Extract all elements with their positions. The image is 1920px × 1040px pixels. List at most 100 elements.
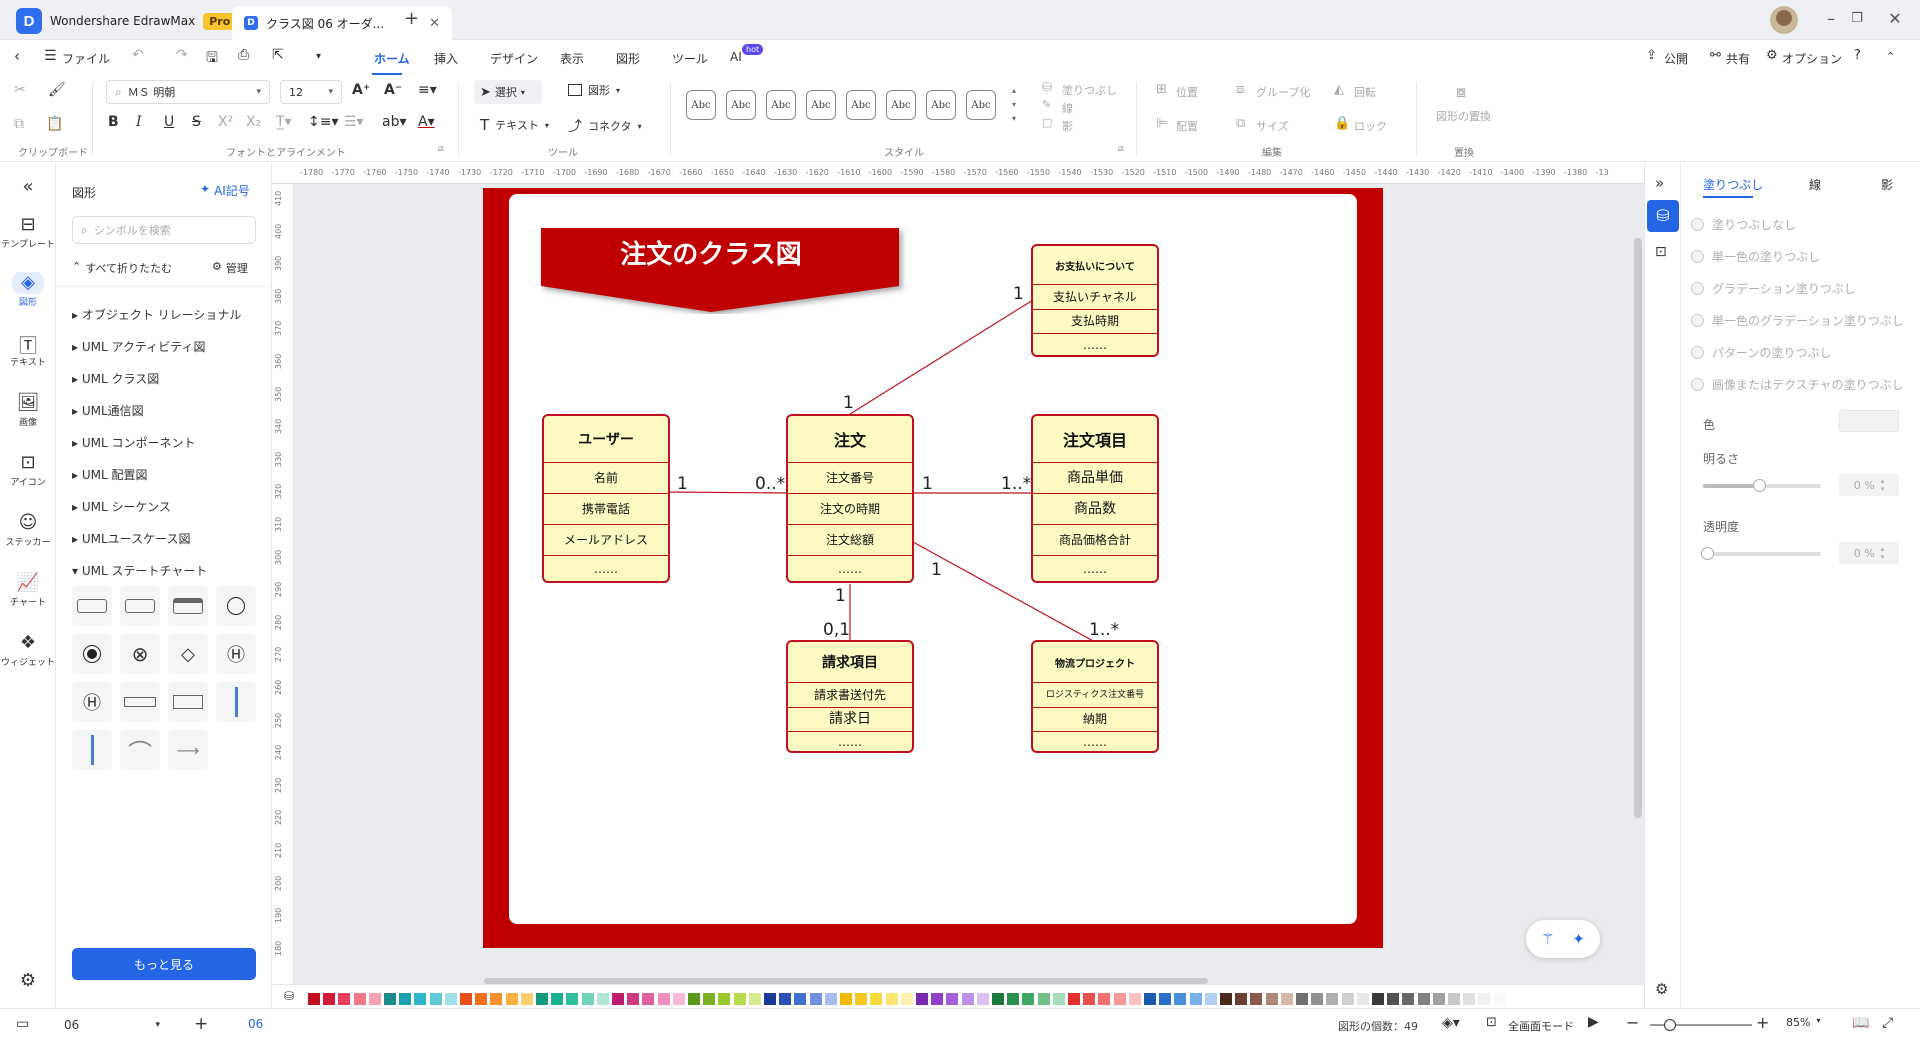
font-color-icon[interactable]: A▾ [418,114,435,130]
color-swatch[interactable] [384,993,396,1005]
zoom-select[interactable]: 85% ▾ [1786,1016,1820,1029]
shape-tool-button[interactable]: 図形 ▾ [568,82,620,98]
color-swatch[interactable] [1402,993,1415,1005]
color-swatch[interactable] [900,993,913,1005]
color-swatch[interactable] [460,993,472,1005]
brightness-slider[interactable] [1703,479,1821,492]
close-tab-icon[interactable]: ✕ [429,16,440,31]
diagram-title[interactable]: 注文のクラス図 [541,234,881,271]
color-swatch[interactable] [992,993,1004,1005]
style-scroll-icon[interactable]: ▴ ▾ ▾ [1012,84,1016,126]
multiplicity-label[interactable]: 0,1 [823,620,850,640]
ai-sparkle-icon[interactable]: ✦ [1572,930,1585,948]
zoom-in-icon[interactable]: + [1756,1013,1769,1032]
bullet-list-icon[interactable]: ☰▾ [344,114,364,130]
expand-panel-icon[interactable]: » [1655,174,1664,192]
publish-button[interactable]: 公開 [1664,50,1688,67]
tab-insert[interactable]: 挿入 [434,50,458,67]
class-order-item[interactable]: 注文項目 商品単価 商品数 商品価格合計 …… [1031,414,1159,583]
color-swatch[interactable] [1387,993,1400,1005]
bold-icon[interactable]: B [108,114,119,130]
state-shape-2[interactable] [120,586,160,626]
category-uml-sequence[interactable]: ▸ UML シーケンス [72,498,171,515]
collapse-ribbon-icon[interactable]: ⌃ [1886,50,1895,63]
color-swatch[interactable] [1128,993,1141,1005]
color-swatch[interactable] [505,993,518,1005]
color-swatch[interactable] [1478,993,1491,1005]
vertical-scrollbar[interactable] [1634,238,1642,818]
restore-icon[interactable]: ❐ [1846,8,1868,30]
avatar[interactable] [1770,6,1798,34]
color-swatch[interactable] [824,993,837,1005]
color-swatch[interactable] [794,993,807,1005]
color-swatch[interactable] [1508,993,1521,1005]
color-swatch[interactable] [1113,993,1126,1005]
strikethrough-icon[interactable]: S [192,114,201,130]
color-picker[interactable] [1839,410,1899,432]
color-swatch[interactable] [1250,993,1263,1005]
style-preset-6[interactable]: Abc [886,90,916,120]
color-swatch[interactable] [414,993,427,1005]
color-swatch[interactable] [764,993,776,1005]
fork-bar-icon[interactable] [216,682,256,722]
color-swatch[interactable] [490,993,503,1005]
transition-arrow-icon[interactable]: ⟶ [168,730,208,770]
color-swatch[interactable] [1341,993,1354,1005]
line-spacing-icon[interactable]: ↕≡▾ [308,114,339,130]
color-swatch[interactable] [1022,993,1035,1005]
font-name-select[interactable]: ⌕ ＭＳ 明朝 ▾ [106,80,270,104]
tab-home[interactable]: ホーム [374,50,410,67]
history-icon[interactable]: Ⓗ [216,634,256,674]
undo-icon[interactable]: ↶ [132,47,144,63]
color-swatch[interactable] [885,993,898,1005]
style-dialog-launcher-icon[interactable]: ⧄ [1118,144,1124,154]
color-swatch[interactable] [353,993,366,1005]
collapse-all-button[interactable]: ⌃ すべて折りたたむ [72,260,172,276]
class-payment[interactable]: お支払いについて 支払いチャネル 支払時期 …… [1031,244,1159,357]
color-swatch[interactable] [536,993,548,1005]
copy-icon[interactable]: ⧉ [14,116,24,132]
color-swatch[interactable] [1007,993,1020,1005]
position-button[interactable]: 位置 [1176,84,1198,100]
choice-diamond-icon[interactable]: ◇ [168,634,208,674]
nav-template[interactable]: ⊟ テンプレート [0,214,56,250]
zoom-slider[interactable] [1650,1019,1752,1031]
new-tab-button[interactable]: + [404,8,419,29]
close-window-icon[interactable]: ✕ [1884,8,1906,30]
page-tab[interactable]: 06 [248,1017,263,1031]
color-swatch[interactable] [931,993,944,1005]
redo-icon[interactable]: ↷ [176,47,188,63]
color-swatch[interactable] [809,993,822,1005]
state-shape-3[interactable] [168,586,208,626]
category-uml-statechart[interactable]: ▾ UML ステートチャート [72,562,207,579]
align-button[interactable]: 配置 [1176,118,1198,134]
print-icon[interactable]: ⎙ [238,47,249,63]
color-swatch[interactable] [444,993,457,1005]
app-tab[interactable]: D Wondershare EdrawMax Pro [16,8,237,34]
fill-button[interactable]: 塗りつぶし [1062,82,1117,98]
size-button[interactable]: サイズ [1256,118,1289,134]
fill-option-gradient[interactable]: グラデーション塗りつぶし [1691,280,1856,297]
color-swatch[interactable] [612,993,624,1005]
final-state-circle[interactable] [216,586,256,626]
color-swatch[interactable] [368,993,381,1005]
multiplicity-label[interactable]: 1 [843,393,854,413]
text-style-icon[interactable]: T̲▾ [276,114,292,130]
brightness-input[interactable]: 0 % ▴ ▾ [1839,474,1899,496]
tab-shadow[interactable]: 影 [1881,176,1893,193]
multiplicity-label[interactable]: 1..* [1001,474,1031,494]
color-swatch[interactable] [1052,993,1065,1005]
multiplicity-label[interactable]: 1 [931,560,942,580]
more-button[interactable]: もっと見る [72,948,256,980]
color-swatch[interactable] [1463,993,1476,1005]
manage-button[interactable]: ⚙ 管理 [212,260,248,276]
ai-symbol-button[interactable]: ✦ AI記号 [200,182,250,199]
lock-button[interactable]: ロック [1354,118,1387,134]
class-billing[interactable]: 請求項目 請求書送付先 請求日 …… [786,640,914,753]
nav-icon[interactable]: ⊡ アイコン [0,452,56,488]
color-swatch[interactable] [1098,993,1111,1005]
nav-image[interactable]: 🖼 画像 [0,392,56,428]
color-swatch[interactable] [1432,993,1445,1005]
style-preset-8[interactable]: Abc [966,90,996,120]
text-highlight-icon[interactable]: ab▾ [382,114,407,130]
